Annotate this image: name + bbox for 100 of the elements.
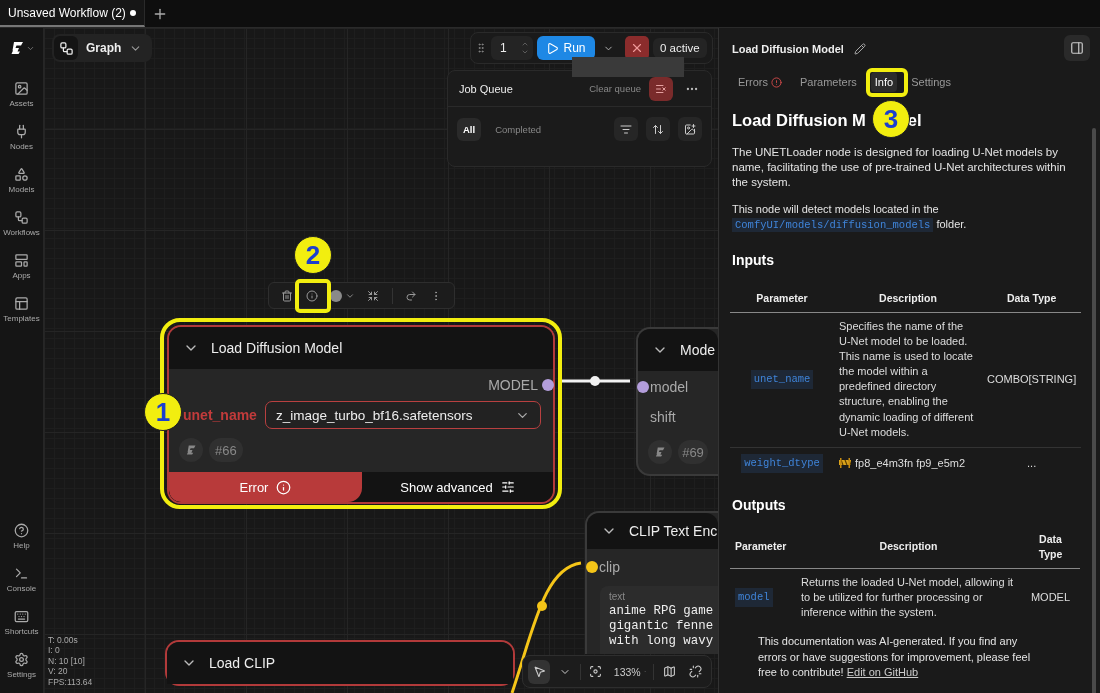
shrink-icon[interactable] xyxy=(367,289,380,302)
delete-icon[interactable] xyxy=(281,289,294,302)
param-description: Returns the loaded U-Net model, allowing it to be utilized for further processing or inference within the system. xyxy=(801,574,1015,621)
field-label: text xyxy=(609,591,627,602)
panel-tab[interactable]: Errors xyxy=(734,72,786,92)
column-header: Description xyxy=(879,539,938,555)
panel-tab[interactable]: Info xyxy=(870,72,898,92)
panel-tab[interactable]: Settings xyxy=(907,72,955,92)
sidebar-item[interactable]: Console xyxy=(0,558,44,601)
prompt-line: with long wavy xyxy=(609,634,714,649)
output-socket[interactable] xyxy=(542,379,554,391)
sidebar-item[interactable]: Assets xyxy=(0,73,44,116)
show-advanced-button[interactable]: Show advanced xyxy=(362,472,553,502)
help-icon xyxy=(14,523,29,538)
shapes-icon xyxy=(14,167,29,182)
model-select[interactable]: z_image_turbo_bf16.safetensors xyxy=(264,401,541,429)
workflow-icon xyxy=(14,210,29,225)
clear-queue-label: Clear queue xyxy=(589,83,641,94)
github-link[interactable]: Edit on GitHub xyxy=(846,666,919,679)
info-icon xyxy=(276,479,292,495)
doc-paragraph: folder. xyxy=(936,218,967,230)
param-description: Specifies the name of the U-Net model to be loaded. This name is used to locate the model within a predefined directory structure, enabling the dynamic loading of different U-Net models. xyxy=(839,319,975,440)
prompt-line: gigantic fenne xyxy=(609,619,714,634)
stat-line: V: 20 xyxy=(48,666,69,677)
zoom-button[interactable]: 133% xyxy=(610,659,650,684)
pointer-icon xyxy=(532,665,546,678)
input-socket[interactable] xyxy=(586,561,598,573)
clear-queue-button[interactable] xyxy=(649,76,673,101)
prompt-field[interactable]: text anime RPG game gigantic fenne with long wavy xyxy=(600,586,718,654)
grip-icon[interactable] xyxy=(475,42,487,54)
filter-tab[interactable]: Completed xyxy=(489,117,548,141)
filter-button[interactable] xyxy=(614,117,638,141)
panel-tab[interactable]: Parameters xyxy=(795,72,861,92)
stat-line: FPS:113.64 xyxy=(48,676,93,688)
batch-count-field[interactable]: 1 xyxy=(491,36,533,60)
input-label: clip xyxy=(599,559,620,575)
sidebar-item[interactable]: Shortcuts xyxy=(0,601,44,644)
panel-title: Load Diffusion Model xyxy=(732,43,844,55)
image-icon xyxy=(684,122,696,136)
column-header: Data Type xyxy=(1037,531,1064,562)
terminal-icon xyxy=(14,566,29,581)
graph-button[interactable]: Graph xyxy=(52,34,153,62)
sort-button[interactable] xyxy=(646,117,670,141)
highlight-frame xyxy=(866,68,908,97)
node-id: #69 xyxy=(678,440,708,464)
param-name: model xyxy=(735,587,773,608)
sidebar-item[interactable]: Workflows xyxy=(0,202,44,245)
info-icon[interactable] xyxy=(305,289,318,302)
sidebar-item[interactable]: Models xyxy=(0,159,44,202)
input-socket[interactable] xyxy=(637,381,649,393)
node-id: #66 xyxy=(209,438,243,462)
sidebar-item[interactable]: Apps xyxy=(0,245,44,288)
column-header: Data Type xyxy=(1006,291,1057,306)
workflow-icon xyxy=(58,40,74,56)
play-icon xyxy=(546,41,560,55)
column-header: Parameter xyxy=(735,539,787,555)
input-label: shift xyxy=(650,409,676,425)
doc-heading: Load Diffusion M xyxy=(732,110,866,131)
doc-paragraph: The UNETLoader node is designed for loading U-Net models by name, facilitating the use of pre-trained U-Net architectures within the system. xyxy=(731,145,1067,190)
scrollbar[interactable] xyxy=(1092,128,1096,693)
graph-node[interactable]: CLIP Text Enc clip text anime RPG game gigantic fenne with long wavy xyxy=(585,511,718,654)
highlight-frame xyxy=(295,279,331,313)
stat-line: T: 0.00s xyxy=(48,635,79,646)
panel-title: Job Queue xyxy=(459,82,514,95)
doc-paragraph: This node will detect models located in the xyxy=(732,203,939,215)
graph-node[interactable]: Load CLIP xyxy=(165,640,515,686)
section-heading: Inputs xyxy=(731,251,775,269)
param-name: weight_dtype xyxy=(741,453,823,473)
prompt-line: anime RPG game xyxy=(609,604,714,619)
toggle-panel-button[interactable] xyxy=(1064,35,1090,61)
node-title: Mode xyxy=(680,342,716,358)
node-title: CLIP Text Enc xyxy=(629,523,718,539)
node-title: Load Diffusion Model xyxy=(211,340,343,356)
active-count[interactable]: 0 active xyxy=(653,38,707,58)
stat-line: I: 0 xyxy=(48,645,61,656)
gallery-button[interactable] xyxy=(678,117,702,141)
sidebar-item[interactable]: Help xyxy=(0,515,44,558)
run-button[interactable]: Run xyxy=(537,36,595,60)
edit-icon[interactable] xyxy=(853,43,866,55)
sidebar-item[interactable]: Nodes xyxy=(0,116,44,159)
graph-node[interactable]: Mode model shift #69 xyxy=(636,327,718,476)
filter-tab[interactable]: All xyxy=(457,117,482,141)
section-heading: Outputs xyxy=(731,495,787,514)
redo-icon[interactable] xyxy=(405,289,418,302)
sidebar-item[interactable]: Settings xyxy=(0,644,44,687)
output-label: MODEL xyxy=(488,377,538,393)
workflow-tab[interactable]: Unsaved Workflow (2) xyxy=(0,0,145,27)
error-button[interactable]: Error xyxy=(169,472,362,502)
select-tool-button[interactable] xyxy=(528,659,550,684)
filter-icon xyxy=(620,122,632,136)
sidebar-item[interactable]: Templates xyxy=(0,288,44,331)
column-header: Parameter xyxy=(756,291,808,306)
data-type: MODEL xyxy=(1030,589,1071,605)
cancel-button[interactable] xyxy=(625,36,649,60)
doc-heading: el xyxy=(907,110,922,131)
panel-icon xyxy=(1070,41,1084,55)
layout-icon xyxy=(14,253,29,268)
data-type: COMBO[STRING] xyxy=(987,371,1077,387)
image-icon xyxy=(14,81,29,96)
focus-icon xyxy=(589,665,603,678)
